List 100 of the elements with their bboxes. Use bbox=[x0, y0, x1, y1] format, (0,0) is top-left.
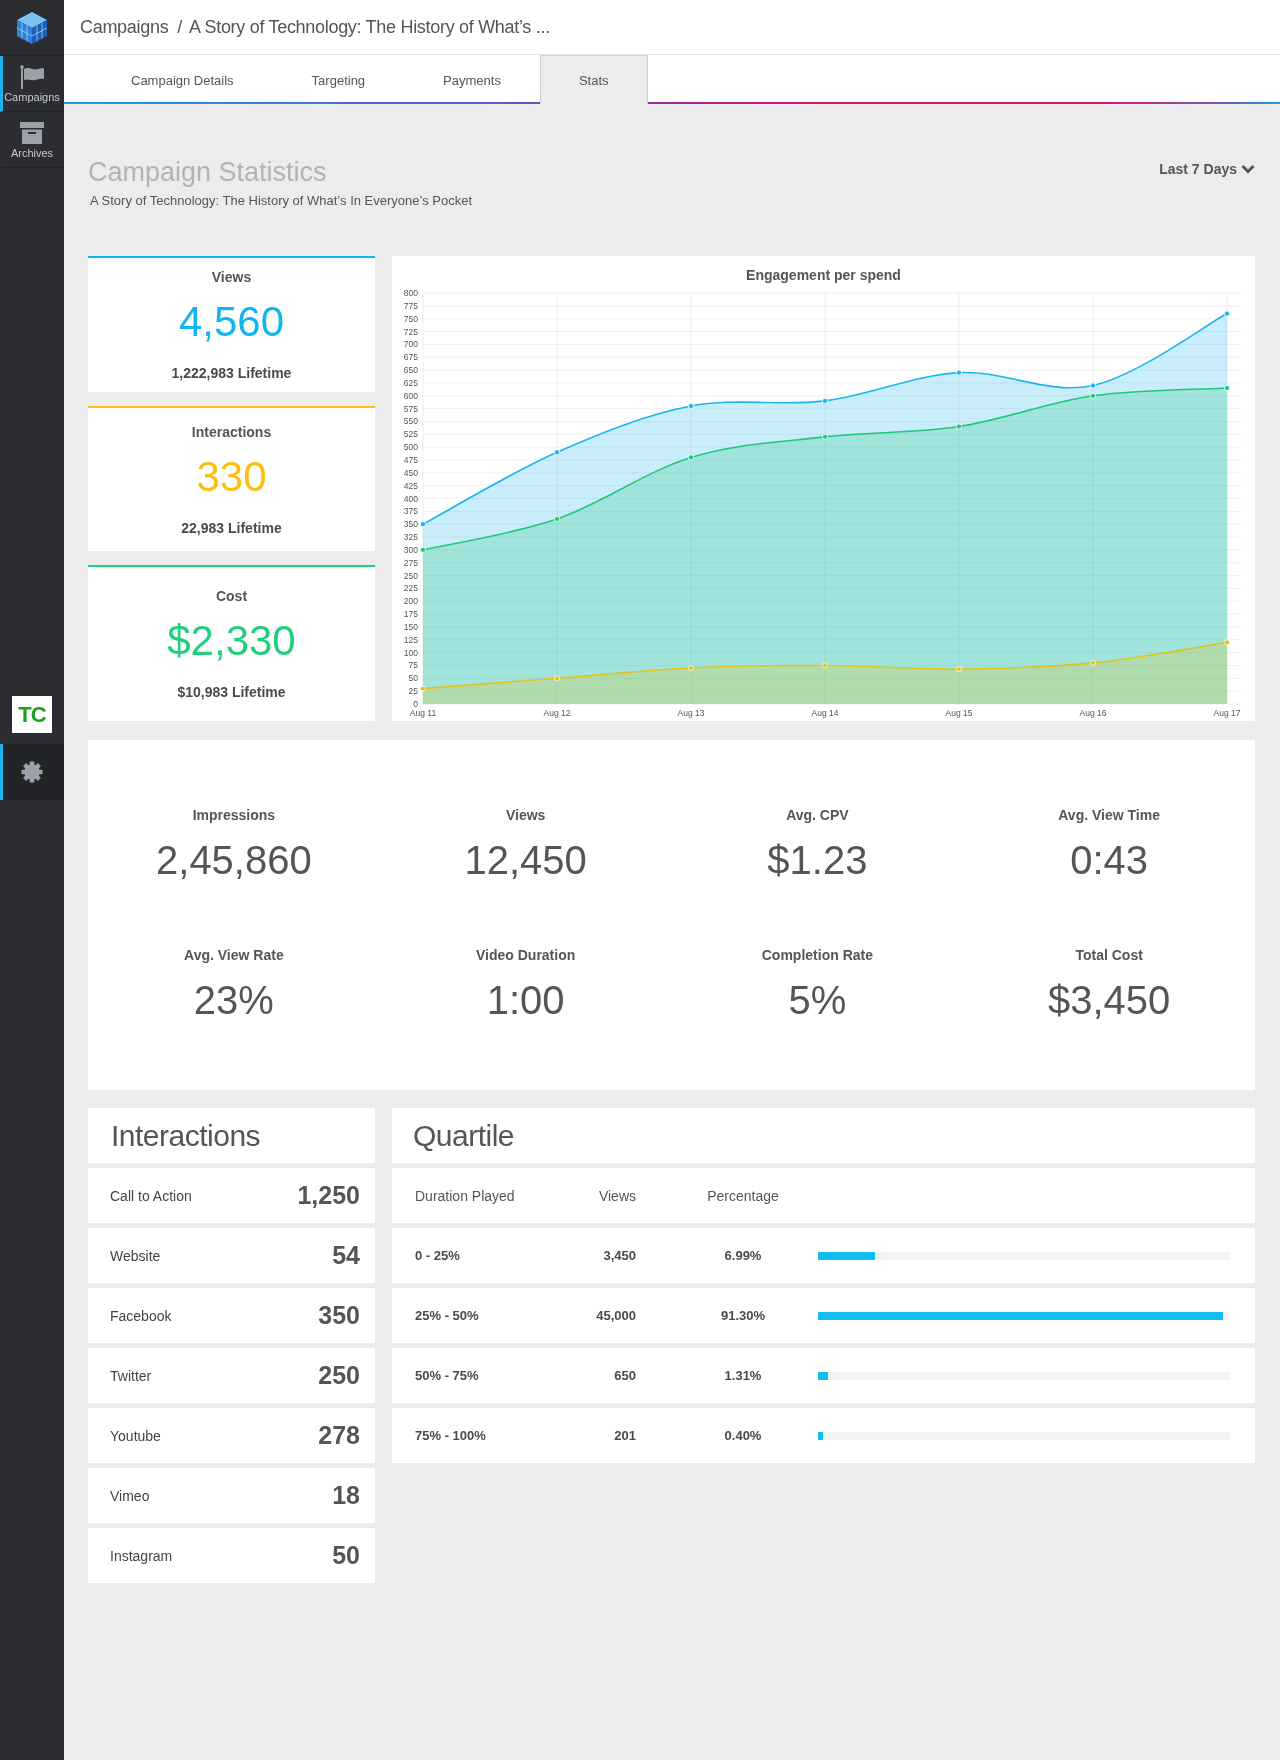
column-header: Duration Played bbox=[415, 1187, 516, 1204]
breadcrumb-separator: / bbox=[177, 16, 183, 38]
metric-value: 1:00 bbox=[486, 977, 565, 1024]
interaction-label: Youtube bbox=[110, 1427, 161, 1444]
y-axis-label: 175 bbox=[403, 609, 418, 620]
y-axis-label: 400 bbox=[403, 493, 418, 504]
y-axis-label: 475 bbox=[403, 454, 418, 465]
page-subtitle: A Story of Technology: The History of What’s In Everyone’s Pocket bbox=[90, 192, 472, 210]
y-axis-label: 50 bbox=[408, 673, 418, 684]
x-axis-label: Aug 14 bbox=[811, 708, 839, 718]
y-axis-label: 775 bbox=[403, 300, 418, 311]
interaction-label: Call to Action bbox=[110, 1187, 192, 1204]
metric-value: 12,450 bbox=[464, 837, 587, 884]
table-cell-text: 25% - 50% bbox=[415, 1308, 480, 1323]
y-axis-label: 425 bbox=[403, 480, 418, 491]
table-cell-text: 75% - 100% bbox=[415, 1428, 487, 1443]
table-cell-text: 1.31% bbox=[723, 1368, 763, 1383]
partner-logo: TC bbox=[12, 696, 52, 733]
table-cell-text: 50% - 75% bbox=[415, 1368, 480, 1383]
interaction-label: Website bbox=[110, 1247, 161, 1264]
interaction-count: 278 bbox=[318, 1421, 360, 1450]
x-axis-label: Aug 17 bbox=[1213, 708, 1241, 718]
y-axis-label: 275 bbox=[403, 557, 418, 568]
table-cell-text: 650 bbox=[613, 1368, 637, 1383]
y-axis-label: 675 bbox=[403, 352, 418, 363]
lifetime-total: 1,222,983 Lifetime bbox=[171, 364, 292, 382]
panel-title: Quartile bbox=[392, 1108, 1255, 1163]
y-axis-label: 0 bbox=[413, 699, 418, 709]
y-axis-label: 375 bbox=[403, 506, 418, 517]
x-axis-label: Aug 13 bbox=[677, 708, 705, 718]
y-axis-label: 125 bbox=[403, 634, 418, 645]
table-cell-text: 201 bbox=[613, 1428, 637, 1443]
table-cell-text: 3,450 bbox=[602, 1248, 637, 1263]
metric-label: Completion Rate bbox=[761, 946, 873, 964]
metric-value: $1.23 bbox=[767, 837, 868, 884]
y-axis-label: 600 bbox=[403, 390, 418, 401]
metric-label: Total Cost bbox=[1075, 946, 1143, 964]
y-axis-label: 325 bbox=[403, 532, 418, 543]
metric-value: 2,45,860 bbox=[156, 837, 312, 884]
metric-value: 5% bbox=[788, 977, 847, 1024]
y-axis-label: 725 bbox=[403, 326, 418, 337]
y-axis-label: 200 bbox=[403, 596, 418, 607]
x-axis-label: Aug 15 bbox=[945, 708, 973, 718]
y-axis-label: 525 bbox=[403, 429, 418, 440]
lifetime-total: $10,983 Lifetime bbox=[177, 683, 286, 701]
metric-label: Avg. View Rate bbox=[184, 946, 284, 964]
page-title: Campaign Statistics bbox=[88, 156, 328, 188]
panel-title: Interactions bbox=[88, 1108, 375, 1163]
x-axis-label: Aug 11 bbox=[409, 708, 437, 718]
interaction-count: 350 bbox=[318, 1301, 360, 1330]
y-axis-label: 300 bbox=[403, 544, 418, 555]
metric-label: Views bbox=[505, 806, 546, 824]
interaction-count: 250 bbox=[318, 1361, 360, 1390]
x-axis-label: Aug 12 bbox=[543, 708, 571, 718]
x-axis-label: Aug 16 bbox=[1079, 708, 1107, 718]
metric-label: Video Duration bbox=[475, 946, 576, 964]
y-axis-label: 350 bbox=[403, 519, 418, 530]
column-header: Percentage bbox=[706, 1187, 780, 1204]
table-cell-text: 0 - 25% bbox=[415, 1248, 461, 1263]
interaction-count: 18 bbox=[332, 1481, 360, 1510]
table-cell-text: 91.30% bbox=[719, 1308, 767, 1323]
y-axis-label: 250 bbox=[403, 570, 418, 581]
interaction-label: Twitter bbox=[110, 1367, 152, 1384]
interaction-count: 50 bbox=[332, 1541, 360, 1570]
card-value: $2,330 bbox=[167, 617, 296, 665]
lifetime-total: 22,983 Lifetime bbox=[181, 518, 282, 537]
metric-value: 23% bbox=[193, 977, 274, 1024]
y-axis-label: 225 bbox=[403, 583, 418, 594]
y-axis-label: 625 bbox=[403, 377, 418, 388]
interaction-label: Instagram bbox=[110, 1547, 173, 1564]
y-axis-label: 75 bbox=[408, 660, 418, 671]
y-axis-label: 100 bbox=[403, 647, 418, 658]
metric-label: Avg. CPV bbox=[786, 806, 849, 824]
metric-value: 0:43 bbox=[1070, 837, 1149, 884]
chart-title: Engagement per spend bbox=[745, 266, 902, 284]
interaction-count: 1,250 bbox=[297, 1181, 360, 1210]
y-axis-label: 700 bbox=[403, 339, 418, 350]
y-axis-label: 550 bbox=[403, 416, 418, 427]
metric-value: $3,450 bbox=[1047, 977, 1171, 1024]
table-cell-text: 6.99% bbox=[723, 1248, 763, 1263]
y-axis-label: 650 bbox=[403, 365, 418, 376]
metric-label: Impressions bbox=[192, 806, 276, 824]
column-header: Views bbox=[597, 1187, 637, 1204]
interaction-label: Vimeo bbox=[110, 1487, 150, 1504]
card-label: Interactions bbox=[191, 422, 272, 441]
y-axis-label: 575 bbox=[403, 403, 418, 414]
y-axis-label: 450 bbox=[403, 467, 418, 478]
table-cell-text: 45,000 bbox=[595, 1308, 637, 1323]
card-label: Views bbox=[211, 268, 252, 286]
metric-label: Avg. View Time bbox=[1058, 806, 1160, 824]
card-label: Cost bbox=[215, 587, 248, 605]
y-axis-label: 750 bbox=[403, 313, 418, 324]
y-axis-label: 500 bbox=[403, 442, 418, 453]
breadcrumb-current: A Story of Technology: The History of What’s ... bbox=[189, 16, 550, 38]
interaction-label: Facebook bbox=[110, 1307, 172, 1324]
y-axis-label: 150 bbox=[403, 621, 418, 632]
card-value: 4,560 bbox=[178, 298, 285, 346]
table-cell-text: 0.40% bbox=[723, 1428, 763, 1443]
y-axis-label: 800 bbox=[403, 288, 418, 298]
card-value: 330 bbox=[196, 452, 267, 501]
